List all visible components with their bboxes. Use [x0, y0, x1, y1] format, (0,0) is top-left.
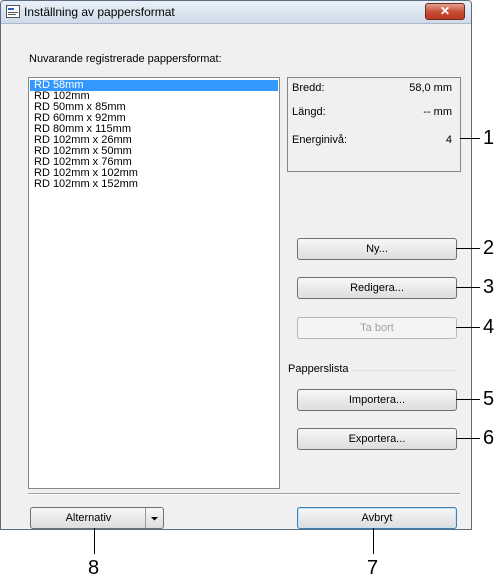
length-label: Längd:	[292, 106, 326, 118]
callout-2: 2	[483, 237, 495, 259]
new-button[interactable]: Ny...	[297, 238, 457, 260]
callout-line-6	[456, 438, 480, 439]
paper-format-list[interactable]: RD 58mm RD 102mm RD 50mm x 85mm RD 60mm …	[28, 77, 280, 489]
list-item[interactable]: RD 102mm x 152mm	[30, 179, 278, 190]
paper-format-list-label: Nuvarande registrerade pappersformat:	[29, 53, 222, 65]
callout-line-4	[456, 327, 480, 328]
paper-format-dialog: Inställning av pappersformat ✕ Nuvarande…	[0, 0, 472, 530]
energy-row: Energinivå: 4	[292, 134, 452, 146]
width-value: 58,0 mm	[409, 82, 452, 94]
delete-button[interactable]: Ta bort	[297, 317, 457, 339]
import-button[interactable]: Importera...	[297, 389, 457, 411]
title-bar: Inställning av pappersformat ✕	[1, 1, 471, 24]
energy-value: 4	[445, 134, 452, 146]
paper-info-panel: Bredd: 58,0 mm Längd: -- mm Energinivå: …	[287, 77, 461, 172]
footer-separator	[28, 493, 460, 495]
energy-label: Energinivå:	[292, 134, 348, 146]
edit-button[interactable]: Redigera...	[297, 277, 457, 299]
cancel-button[interactable]: Avbryt	[297, 507, 457, 529]
callout-5: 5	[483, 388, 495, 410]
callout-7: 7	[367, 557, 379, 579]
paperlist-separator	[353, 370, 457, 371]
callout-line-5	[456, 399, 480, 400]
export-button[interactable]: Exportera...	[297, 428, 457, 450]
app-icon	[6, 5, 20, 18]
width-label: Bredd:	[292, 82, 325, 94]
callout-line-8	[94, 528, 95, 554]
width-row: Bredd: 58,0 mm	[292, 82, 452, 94]
paperlist-label: Papperslista	[288, 363, 349, 375]
window-title: Inställning av pappersformat	[24, 5, 175, 19]
callout-3: 3	[483, 276, 495, 298]
callout-6: 6	[483, 427, 495, 449]
callout-8: 8	[88, 557, 100, 579]
close-icon[interactable]: ✕	[425, 3, 465, 20]
length-value: -- mm	[423, 106, 452, 118]
callout-1: 1	[483, 127, 495, 149]
callout-line-1	[460, 138, 480, 139]
callout-line-3	[456, 287, 480, 288]
callout-line-2	[456, 248, 480, 249]
callout-line-7	[373, 528, 374, 554]
callout-4: 4	[483, 316, 495, 338]
options-button[interactable]: Alternativ	[30, 507, 164, 529]
chevron-down-icon[interactable]	[145, 508, 163, 528]
length-row: Längd: -- mm	[292, 106, 452, 118]
options-button-label: Alternativ	[65, 512, 112, 524]
